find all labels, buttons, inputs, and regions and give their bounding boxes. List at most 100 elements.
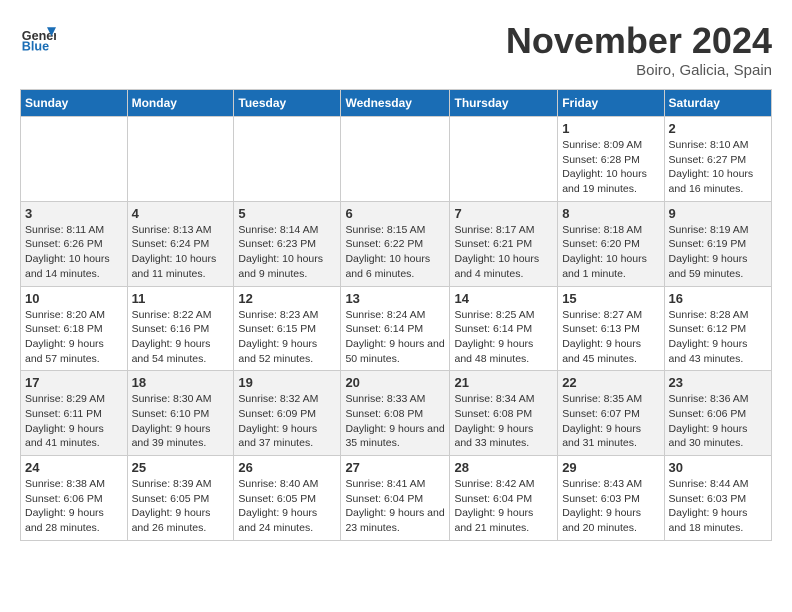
day-info: Sunrise: 8:23 AM Sunset: 6:15 PM Dayligh… [238, 308, 336, 367]
calendar-cell: 20Sunrise: 8:33 AM Sunset: 6:08 PM Dayli… [341, 371, 450, 456]
day-number: 15 [562, 291, 659, 306]
calendar-cell: 30 Sunrise: 8:44 AM Sunset: 6:03 PM Dayli… [664, 456, 771, 541]
day-number: 4 [132, 206, 230, 221]
day-info: Sunrise: 8:28 AM Sunset: 6:12 PM Dayligh… [669, 308, 767, 367]
day-number: 17 [25, 375, 123, 390]
day-info: Sunrise: 8:14 AM Sunset: 6:23 PM Dayligh… [238, 223, 336, 282]
calendar-cell [450, 117, 558, 202]
weekday-header: Tuesday [234, 90, 341, 117]
day-info: Sunrise: 8:20 AM Sunset: 6:18 PM Dayligh… [25, 308, 123, 367]
day-number: 29 [562, 460, 659, 475]
day-info: Sunrise: 8:43 AM Sunset: 6:03 PM Dayligh… [562, 477, 659, 536]
day-number: 10 [25, 291, 123, 306]
calendar-cell: 9 Sunrise: 8:19 AM Sunset: 6:19 PM Daylig… [664, 201, 771, 286]
day-number: 21 [454, 375, 553, 390]
calendar-cell: 11 Sunrise: 8:22 AM Sunset: 6:16 PM Dayli… [127, 286, 234, 371]
weekday-header: Sunday [21, 90, 128, 117]
day-number: 12 [238, 291, 336, 306]
day-number: 16 [669, 291, 767, 306]
calendar-week-row: 10 Sunrise: 8:20 AM Sunset: 6:18 PM Dayli… [21, 286, 772, 371]
day-number: 8 [562, 206, 659, 221]
day-info: Sunrise: 8:27 AM Sunset: 6:13 PM Dayligh… [562, 308, 659, 367]
day-info: Sunrise: 8:35 AM Sunset: 6:07 PM Dayligh… [562, 392, 659, 451]
calendar-cell: 3 Sunrise: 8:11 AM Sunset: 6:26 PM Daylig… [21, 201, 128, 286]
weekday-header: Saturday [664, 90, 771, 117]
day-number: 19 [238, 375, 336, 390]
day-info: Sunrise: 8:29 AM Sunset: 6:11 PM Dayligh… [25, 392, 123, 451]
calendar-cell: 6 Sunrise: 8:15 AM Sunset: 6:22 PM Daylig… [341, 201, 450, 286]
day-number: 6 [345, 206, 445, 221]
day-info: Sunrise: 8:42 AM Sunset: 6:04 PM Dayligh… [454, 477, 553, 536]
day-info: Sunrise: 8:17 AM Sunset: 6:21 PM Dayligh… [454, 223, 553, 282]
day-number: 30 [669, 460, 767, 475]
day-number: 9 [669, 206, 767, 221]
calendar-week-row: 24 Sunrise: 8:38 AM Sunset: 6:06 PM Dayli… [21, 456, 772, 541]
day-info: Sunrise: 8:32 AM Sunset: 6:09 PM Dayligh… [238, 392, 336, 451]
calendar-cell: 22 Sunrise: 8:35 AM Sunset: 6:07 PM Dayli… [558, 371, 664, 456]
calendar-cell [234, 117, 341, 202]
day-number: 2 [669, 121, 767, 136]
day-info: Sunrise: 8:09 AM Sunset: 6:28 PM Dayligh… [562, 138, 659, 197]
calendar-cell: 17 Sunrise: 8:29 AM Sunset: 6:11 PM Dayli… [21, 371, 128, 456]
logo: General Blue [20, 20, 56, 56]
calendar-cell: 27Sunrise: 8:41 AM Sunset: 6:04 PM Dayli… [341, 456, 450, 541]
day-info: Sunrise: 8:39 AM Sunset: 6:05 PM Dayligh… [132, 477, 230, 536]
calendar-cell: 4 Sunrise: 8:13 AM Sunset: 6:24 PM Daylig… [127, 201, 234, 286]
day-number: 1 [562, 121, 659, 136]
calendar-cell: 15 Sunrise: 8:27 AM Sunset: 6:13 PM Dayli… [558, 286, 664, 371]
calendar-cell: 19 Sunrise: 8:32 AM Sunset: 6:09 PM Dayli… [234, 371, 341, 456]
day-info: Sunrise: 8:38 AM Sunset: 6:06 PM Dayligh… [25, 477, 123, 536]
day-info: Sunrise: 8:19 AM Sunset: 6:19 PM Dayligh… [669, 223, 767, 282]
day-number: 23 [669, 375, 767, 390]
day-number: 3 [25, 206, 123, 221]
calendar-cell: 28 Sunrise: 8:42 AM Sunset: 6:04 PM Dayli… [450, 456, 558, 541]
day-number: 11 [132, 291, 230, 306]
calendar-cell: 18Sunrise: 8:30 AM Sunset: 6:10 PM Dayli… [127, 371, 234, 456]
calendar-cell [127, 117, 234, 202]
day-number: 14 [454, 291, 553, 306]
day-number: 13 [345, 291, 445, 306]
calendar-cell: 1 Sunrise: 8:09 AM Sunset: 6:28 PM Daylig… [558, 117, 664, 202]
day-number: 7 [454, 206, 553, 221]
calendar-cell: 14 Sunrise: 8:25 AM Sunset: 6:14 PM Dayli… [450, 286, 558, 371]
weekday-header: Thursday [450, 90, 558, 117]
svg-text:Blue: Blue [22, 40, 49, 54]
day-info: Sunrise: 8:13 AM Sunset: 6:24 PM Dayligh… [132, 223, 230, 282]
calendar-cell: 25 Sunrise: 8:39 AM Sunset: 6:05 PM Dayli… [127, 456, 234, 541]
day-info: Sunrise: 8:30 AM Sunset: 6:10 PM Dayligh… [132, 392, 230, 451]
calendar-cell: 5 Sunrise: 8:14 AM Sunset: 6:23 PM Daylig… [234, 201, 341, 286]
day-info: Sunrise: 8:15 AM Sunset: 6:22 PM Dayligh… [345, 223, 445, 282]
calendar-cell: 29 Sunrise: 8:43 AM Sunset: 6:03 PM Dayli… [558, 456, 664, 541]
day-info: Sunrise: 8:22 AM Sunset: 6:16 PM Dayligh… [132, 308, 230, 367]
calendar-cell: 23 Sunrise: 8:36 AM Sunset: 6:06 PM Dayli… [664, 371, 771, 456]
weekday-header: Wednesday [341, 90, 450, 117]
day-number: 5 [238, 206, 336, 221]
calendar-cell: 2Sunrise: 8:10 AM Sunset: 6:27 PM Daylig… [664, 117, 771, 202]
day-info: Sunrise: 8:34 AM Sunset: 6:08 PM Dayligh… [454, 392, 553, 451]
day-info: Sunrise: 8:36 AM Sunset: 6:06 PM Dayligh… [669, 392, 767, 451]
page-header: General Blue November 2024 Boiro, Galici… [20, 20, 772, 79]
day-number: 22 [562, 375, 659, 390]
month-title: November 2024 [506, 20, 772, 62]
day-info: Sunrise: 8:11 AM Sunset: 6:26 PM Dayligh… [25, 223, 123, 282]
calendar-cell: 26Sunrise: 8:40 AM Sunset: 6:05 PM Dayli… [234, 456, 341, 541]
calendar-cell: 7 Sunrise: 8:17 AM Sunset: 6:21 PM Daylig… [450, 201, 558, 286]
calendar-cell: 13Sunrise: 8:24 AM Sunset: 6:14 PM Dayli… [341, 286, 450, 371]
title-block: November 2024 Boiro, Galicia, Spain [506, 20, 772, 79]
calendar-cell [341, 117, 450, 202]
calendar-cell: 16 Sunrise: 8:28 AM Sunset: 6:12 PM Dayli… [664, 286, 771, 371]
day-info: Sunrise: 8:33 AM Sunset: 6:08 PM Dayligh… [345, 392, 445, 451]
calendar-week-row: 1 Sunrise: 8:09 AM Sunset: 6:28 PM Daylig… [21, 117, 772, 202]
day-number: 25 [132, 460, 230, 475]
weekday-header: Monday [127, 90, 234, 117]
day-number: 28 [454, 460, 553, 475]
day-number: 27 [345, 460, 445, 475]
location: Boiro, Galicia, Spain [506, 62, 772, 79]
calendar-cell: 8 Sunrise: 8:18 AM Sunset: 6:20 PM Daylig… [558, 201, 664, 286]
day-number: 24 [25, 460, 123, 475]
calendar-week-row: 3 Sunrise: 8:11 AM Sunset: 6:26 PM Daylig… [21, 201, 772, 286]
day-info: Sunrise: 8:44 AM Sunset: 6:03 PM Dayligh… [669, 477, 767, 536]
calendar-cell: 24 Sunrise: 8:38 AM Sunset: 6:06 PM Dayli… [21, 456, 128, 541]
day-info: Sunrise: 8:18 AM Sunset: 6:20 PM Dayligh… [562, 223, 659, 282]
day-info: Sunrise: 8:25 AM Sunset: 6:14 PM Dayligh… [454, 308, 553, 367]
